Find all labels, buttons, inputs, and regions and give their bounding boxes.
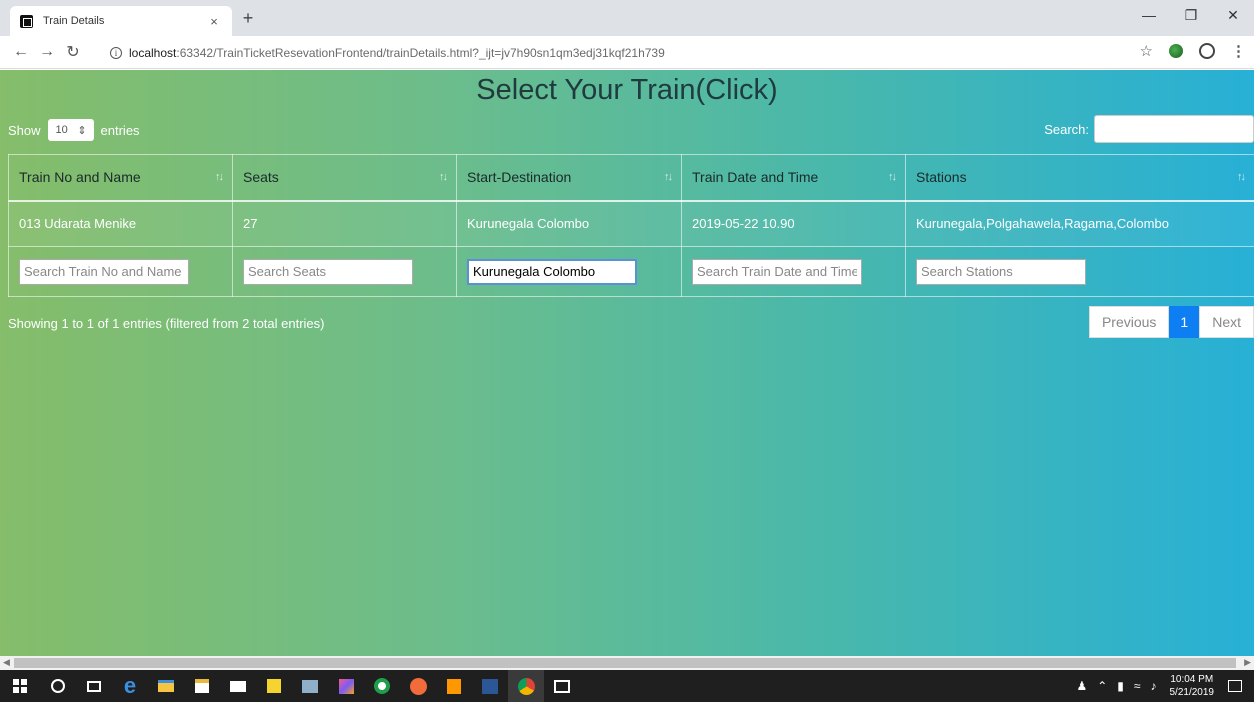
postman-icon[interactable] [400, 670, 436, 702]
previous-button[interactable]: Previous [1088, 306, 1170, 338]
task-view-icon[interactable] [76, 670, 112, 702]
cell-date-time: 2019-05-22 10.90 [681, 200, 906, 247]
filter-row [8, 246, 1254, 297]
scroll-right-icon[interactable]: ▶ [1244, 657, 1251, 668]
close-window-icon[interactable]: ✕ [1212, 0, 1254, 30]
sort-icon: ↑↓ [1237, 171, 1246, 183]
page-length-select[interactable]: 10 ⇕ [47, 119, 94, 141]
windows-logo-icon [13, 679, 27, 693]
url-path: :63342/TrainTicketResevationFrontend/tra… [176, 45, 665, 60]
window-controls: — ❐ ✕ [1128, 0, 1254, 30]
column-header-train[interactable]: Train No and Name ↑↓ [8, 154, 233, 201]
filter-stations-input[interactable] [916, 258, 1086, 285]
intellij-favicon-icon [20, 14, 33, 28]
page-body: Select Your Train(Click) Show 10 ⇕ entri… [0, 70, 1254, 656]
filter-seats-input[interactable] [243, 258, 413, 285]
horizontal-scrollbar[interactable]: ◀ ▶ [0, 656, 1254, 670]
column-header-date-time[interactable]: Train Date and Time ↑↓ [681, 154, 906, 201]
address-bar[interactable]: i localhost :63342/TrainTicketResevation… [110, 41, 1110, 64]
browser-titlebar: Train Details × + — ❐ ✕ [0, 0, 1254, 36]
table-info: Showing 1 to 1 of 1 entries (filtered fr… [8, 316, 325, 331]
column-header-start-destination[interactable]: Start-Destination ↑↓ [456, 154, 682, 201]
clock-time: 10:04 PM [1170, 674, 1214, 685]
search-circle-icon[interactable] [40, 670, 76, 702]
page-title: Select Your Train(Click) [476, 74, 778, 106]
green-app-icon[interactable] [364, 670, 400, 702]
search-label: Search: [1044, 121, 1089, 137]
filter-start-destination-input[interactable] [467, 258, 637, 285]
train-table: Train No and Name ↑↓ Seats ↑↓ Start-Destin… [8, 154, 1254, 297]
browser-tab[interactable]: Train Details × [10, 6, 232, 36]
back-arrow-icon[interactable]: ← [8, 43, 34, 61]
column-header-seats[interactable]: Seats ↑↓ [232, 154, 457, 201]
show-label: Show [8, 122, 41, 138]
restore-icon[interactable]: ❐ [1170, 0, 1212, 30]
profile-icon[interactable] [1199, 43, 1215, 59]
tab-title: Train Details [43, 15, 105, 27]
cell-train: 013 Udarata Menike [8, 200, 233, 247]
volume-icon[interactable]: ♪ [1151, 679, 1157, 693]
filter-date-time-input[interactable] [692, 258, 862, 285]
scrollbar-thumb[interactable] [14, 658, 1236, 668]
wifi-icon[interactable]: ≈ [1134, 679, 1141, 693]
sort-icon: ↑↓ [439, 171, 448, 183]
page-length-value: 10 [55, 124, 68, 136]
windows-taskbar: e ♟ ⌃ ▮ ≈ ♪ 10:04 PM 5/21/2019 [0, 670, 1254, 702]
table-row[interactable]: 013 Udarata Menike 27 Kurunegala Colombo… [8, 200, 1254, 247]
cell-start-destination: Kurunegala Colombo [456, 200, 682, 247]
word-icon[interactable] [472, 670, 508, 702]
sticky-notes-icon[interactable] [256, 670, 292, 702]
scroll-left-icon[interactable]: ◀ [3, 657, 10, 668]
mail-icon[interactable] [220, 670, 256, 702]
browser-toolbar: ← → ↻ i localhost :63342/TrainTicketRese… [0, 36, 1254, 69]
cell-stations: Kurunegala,Polgahawela,Ragama,Colombo [905, 200, 1254, 247]
image-viewer-icon[interactable] [544, 670, 580, 702]
search-input[interactable] [1094, 115, 1254, 143]
clock-date: 5/21/2019 [1169, 687, 1215, 698]
pagination: Previous 1 Next [1088, 306, 1254, 338]
reload-icon[interactable]: ↻ [60, 42, 86, 62]
notifications-icon[interactable] [1228, 680, 1242, 692]
intellij-idea-icon[interactable] [328, 670, 364, 702]
bookmark-star-icon[interactable]: ☆ [1140, 42, 1153, 60]
column-header-stations[interactable]: Stations ↑↓ [905, 154, 1254, 201]
battery-icon[interactable]: ▮ [1117, 679, 1124, 693]
sort-icon: ↑↓ [215, 171, 224, 183]
sort-icon: ↑↓ [888, 171, 897, 183]
edge-browser-icon[interactable]: e [112, 670, 148, 702]
sort-icon: ↑↓ [664, 171, 673, 183]
filter-train-input[interactable] [19, 258, 189, 285]
show-hidden-icons-icon[interactable]: ⌃ [1097, 679, 1107, 693]
store-icon[interactable] [184, 670, 220, 702]
extension-icon[interactable] [1169, 44, 1183, 58]
new-tab-button[interactable]: + [237, 8, 259, 29]
page-1-button[interactable]: 1 [1169, 306, 1200, 338]
cell-seats: 27 [232, 200, 457, 247]
url-host: localhost [129, 45, 177, 60]
menu-dots-icon[interactable]: ⋮ [1231, 42, 1246, 60]
file-explorer-icon[interactable] [148, 670, 184, 702]
photos-app-icon[interactable] [292, 670, 328, 702]
table-header-row: Train No and Name ↑↓ Seats ↑↓ Start-Destin… [8, 154, 1254, 201]
global-search: Search: [1044, 115, 1254, 143]
entries-label: entries [100, 122, 140, 138]
chrome-icon[interactable] [508, 670, 544, 702]
info-icon[interactable]: i [110, 46, 122, 59]
select-arrows-icon: ⇕ [77, 124, 87, 137]
minimize-icon[interactable]: — [1128, 0, 1170, 30]
taskbar-clock[interactable]: 10:04 PM 5/21/2019 [1170, 673, 1215, 699]
start-button[interactable] [0, 670, 40, 702]
next-button[interactable]: Next [1199, 306, 1254, 338]
tab-close-icon[interactable]: × [206, 14, 222, 29]
people-icon[interactable]: ♟ [1076, 679, 1087, 693]
sublime-text-icon[interactable] [436, 670, 472, 702]
length-control: Show 10 ⇕ entries [8, 119, 140, 141]
system-tray: ♟ ⌃ ▮ ≈ ♪ 10:04 PM 5/21/2019 [1071, 670, 1254, 702]
forward-arrow-icon[interactable]: → [34, 43, 60, 61]
